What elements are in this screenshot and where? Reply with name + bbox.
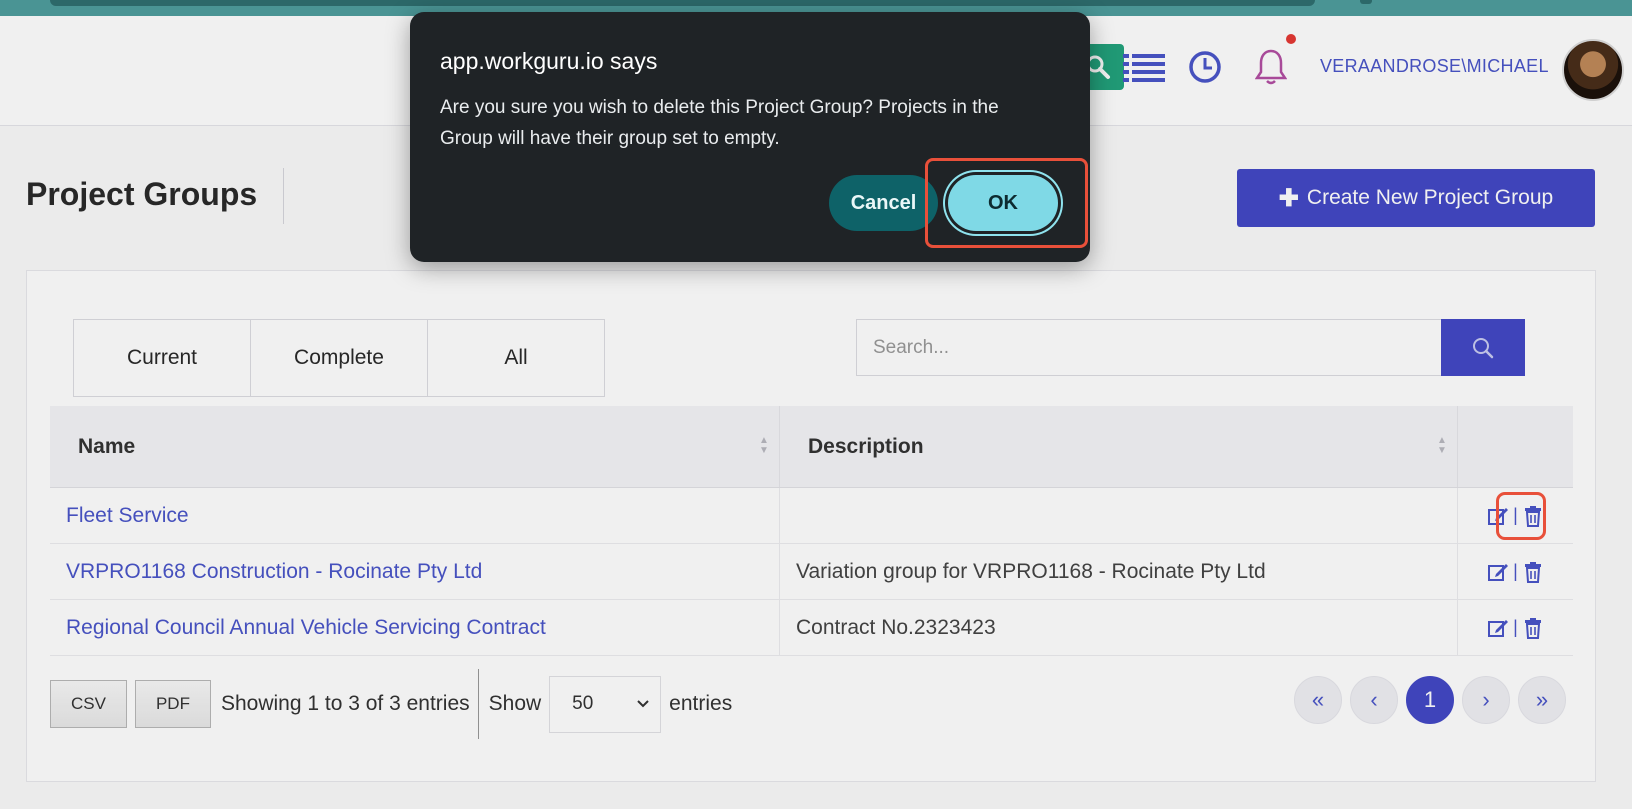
dialog-message: Are you sure you wish to delete this Pro… [440,97,999,149]
trash-icon-highlight [1496,492,1546,540]
ok-button-highlight [925,158,1088,248]
dialog-title: app.workguru.io says [440,48,658,74]
cancel-button[interactable]: Cancel [829,175,938,231]
